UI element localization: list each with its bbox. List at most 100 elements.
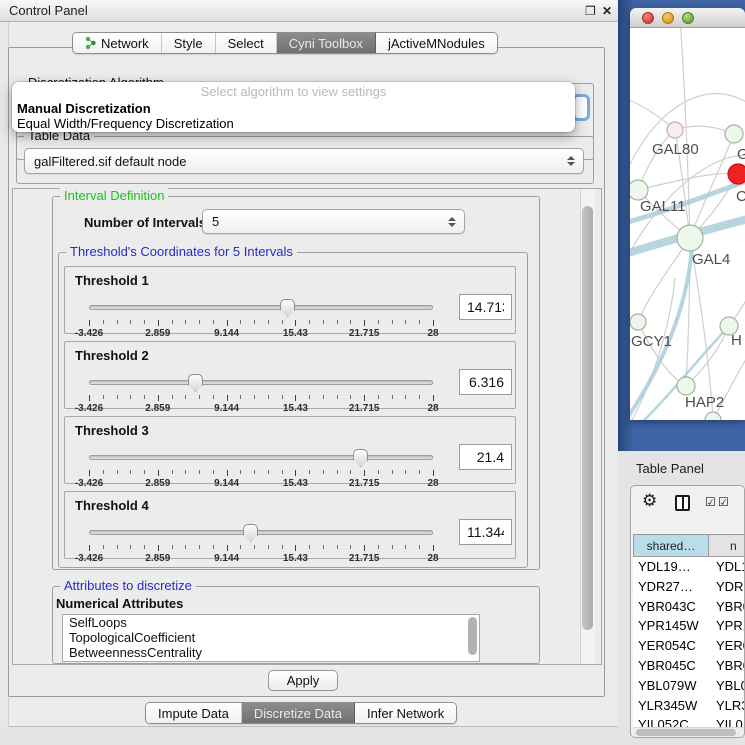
node-gal-clipped[interactable] [725,125,743,143]
node-hap2[interactable] [677,377,695,395]
node-red[interactable] [728,164,745,184]
horizontal-scrollbar-thumb[interactable] [636,729,736,736]
tab-select[interactable]: Select [216,33,277,53]
tick-label: 21.715 [349,478,380,489]
slider-thumb[interactable] [188,374,203,392]
close-icon[interactable]: ✕ [602,3,612,19]
attribute-list-item[interactable]: TopologicalCoefficient [63,630,479,645]
threshold-label: Threshold 3 [75,423,149,438]
tick-mark [309,320,310,324]
threshold-value-field[interactable] [459,294,512,320]
table-row[interactable]: YPR145WYPR1 [633,616,744,636]
node-gal80[interactable] [667,122,683,138]
algorithm-option[interactable]: Equal Width/Frequency Discretization [12,116,575,131]
checkbox-icon[interactable]: ☑ [718,495,729,509]
threshold-value-field[interactable] [459,369,512,395]
table-header-shared-name[interactable]: shared… [633,534,709,557]
horizontal-scrollbar-track[interactable] [633,727,744,737]
node-bottom[interactable] [705,412,721,420]
tick-mark [419,545,420,549]
tick-mark [309,395,310,399]
tick-label: 2.859 [145,478,170,489]
tick-mark [392,470,393,474]
tab-infer-network[interactable]: Infer Network [355,703,456,723]
node-gal4[interactable] [677,225,703,251]
table-row[interactable]: YER054CYER0 [633,636,744,656]
tick-mark [254,320,255,324]
table-cell-name: YIL0 [716,717,743,727]
table-row[interactable]: YLR345WYLR3 [633,696,744,716]
tick-mark [419,470,420,474]
apply-button[interactable]: Apply [268,670,338,691]
table-cell-name: YDL1 [716,559,744,574]
tick-label: 15.43 [283,328,308,339]
gear-icon[interactable]: ⚙ [642,491,657,511]
tick-mark [337,320,338,324]
tab-network[interactable]: Network [73,33,162,53]
node-gcy1[interactable] [630,314,646,330]
slider-thumb[interactable] [243,524,258,542]
bottom-tabbar: Impute DataDiscretize DataInfer Network [145,702,457,724]
table-data-combobox[interactable]: galFiltered.sif default node [24,148,584,174]
tick-mark [199,395,200,399]
threshold-slider[interactable]: -3.4262.8599.14415.4321.71528 [89,374,433,406]
minimize-traffic-light-icon[interactable] [662,12,674,24]
vertical-scrollbar-thumb[interactable] [582,206,593,630]
threshold-slider[interactable]: -3.4262.8599.14415.4321.71528 [89,524,433,556]
tick-mark [254,395,255,399]
list-scrollbar-thumb[interactable] [468,617,477,655]
number-of-intervals-label: Number of Intervals [84,215,206,230]
table-row[interactable]: YBR045CYBR0 [633,656,744,676]
table-row[interactable]: YBL079WYBL0 [633,676,744,696]
table-row[interactable]: YDL19…YDL1 [633,557,744,577]
tick-mark [227,320,228,326]
network-canvas[interactable]: GAL80GCGAL11GAL4GCY1HHAP2 [630,28,745,420]
tick-label: 9.144 [214,478,239,489]
split-columns-icon[interactable] [675,495,690,511]
tab-jactivemnodules[interactable]: jActiveMNodules [376,33,497,53]
node-gal11[interactable] [630,180,648,200]
slider-thumb[interactable] [280,299,295,317]
tab-cyni-toolbox[interactable]: Cyni Toolbox [277,33,376,53]
float-window-icon[interactable]: ❐ [585,3,596,19]
close-traffic-light-icon[interactable] [642,12,654,24]
table-header-name[interactable]: n [709,534,745,557]
table-header-row: shared…n [633,534,745,557]
zoom-traffic-light-icon[interactable] [682,12,694,24]
threshold-label: Threshold 4 [75,498,149,513]
slider-thumb[interactable] [353,449,368,467]
network-window-titlebar[interactable] [630,8,745,28]
tick-mark [268,395,269,399]
tick-mark [172,395,173,399]
tick-label: 9.144 [214,328,239,339]
tab-style[interactable]: Style [162,33,216,53]
attribute-list-item[interactable]: SelfLoops [63,615,479,630]
tick-label: -3.426 [75,403,103,414]
algorithm-option[interactable]: Manual Discretization [12,101,575,116]
threshold-slider[interactable]: -3.4262.8599.14415.4321.71528 [89,299,433,331]
threshold-value-field[interactable] [459,444,512,470]
threshold-value-field[interactable] [459,519,512,545]
network-edge [729,258,745,326]
tick-mark [323,320,324,324]
control-panel-titlebar[interactable]: Control Panel ❐ ✕ [0,0,618,22]
attribute-list-item[interactable]: BetweennessCentrality [63,645,479,660]
tick-label: 15.43 [283,403,308,414]
tick-mark [254,545,255,549]
table-row[interactable]: YDR27…YDR2 [633,577,744,597]
tick-mark [144,395,145,399]
checkbox-icon[interactable]: ☑ [705,495,716,509]
tick-mark [103,395,104,399]
numerical-attributes-list[interactable]: SelfLoopsTopologicalCoefficientBetweenne… [62,614,480,662]
threshold-slider[interactable]: -3.4262.8599.14415.4321.71528 [89,449,433,481]
node-label: G [737,146,745,163]
tick-mark [227,545,228,551]
tick-label: 21.715 [349,328,380,339]
tab-discretize-data[interactable]: Discretize Data [242,703,355,723]
tick-mark [419,395,420,399]
table-row[interactable]: YBR043CYBR0 [633,597,744,617]
tab-impute-data[interactable]: Impute Data [146,703,242,723]
table-row[interactable]: YIL052CYIL0 [633,715,744,727]
tick-mark [144,320,145,324]
number-of-intervals-combobox[interactable]: 5 [202,209,465,234]
